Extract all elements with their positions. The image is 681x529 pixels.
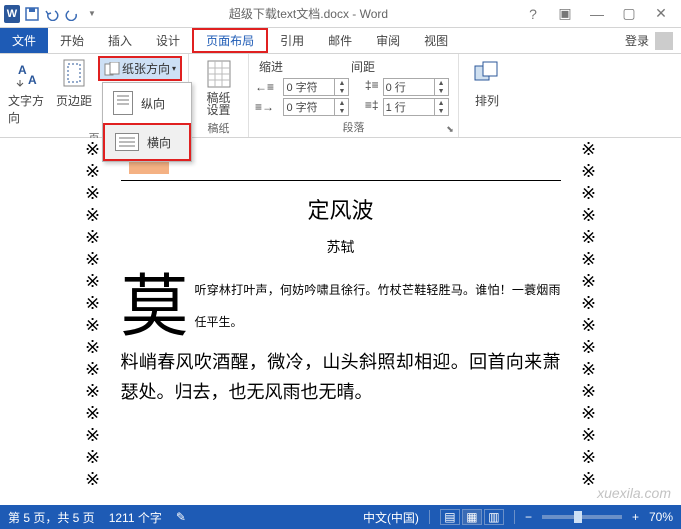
orientation-label: 纸张方向 (122, 60, 170, 77)
quick-access-toolbar: W ▼ (0, 6, 104, 22)
word-icon: W (4, 6, 20, 22)
orientation-icon (104, 62, 120, 76)
margins-button[interactable]: 页边距 (52, 56, 96, 128)
status-lang[interactable]: 中文(中国) (363, 509, 419, 526)
view-web-layout[interactable]: ▥ (484, 509, 504, 525)
page: ※※※※※※※※※※※※※※※※ ※※※※※※※※※※※※※※※※ 定风波 苏轼… (61, 138, 621, 427)
tab-page-layout[interactable]: 页面布局 (192, 28, 268, 53)
view-print-layout[interactable]: ▦ (462, 509, 482, 525)
window-title: 超级下载text文档.docx - Word (104, 5, 513, 22)
manuscript-group-label: 稿纸 (195, 118, 242, 136)
undo-button[interactable] (44, 6, 60, 22)
document-title: 定风波 (121, 193, 561, 225)
manuscript-label: 稿纸 设置 (207, 92, 231, 116)
paragraph-2: 料峭春风吹酒醒，微冷，山头斜照却相迎。回首向来萧瑟处。归去，也无风雨也无晴。 (121, 347, 561, 407)
view-buttons: ▤ ▦ ▥ (440, 509, 504, 525)
watermark: xuexila.com (597, 485, 671, 501)
document-content: 定风波 苏轼 莫 听穿林打叶声，何妨吟啸且徐行。竹杖芒鞋轻胜马。谁怕！一蓑烟雨任… (101, 148, 581, 407)
restore-button[interactable]: ▢ (617, 4, 641, 24)
space-before-spin[interactable]: ▲▼ (435, 78, 449, 96)
svg-text:A: A (28, 73, 37, 87)
paragraph-1: 莫 听穿林打叶声，何妨吟啸且徐行。竹杖芒鞋轻胜马。谁怕！一蓑烟雨任平生。 (121, 273, 561, 337)
indent-right-input[interactable]: 0 字符 (283, 98, 335, 116)
orientation-menu: 纵向 横向 (102, 82, 192, 162)
status-page[interactable]: 第 5 页，共 5 页 (8, 509, 95, 526)
login-area[interactable]: 登录 (617, 28, 681, 53)
arrange-button[interactable]: 排列 (465, 56, 509, 111)
help-button[interactable]: ? (521, 4, 545, 24)
space-after-input[interactable]: 1 行 (383, 98, 435, 116)
view-read-mode[interactable]: ▤ (440, 509, 460, 525)
text-direction-button[interactable]: AA 文字方向 (6, 56, 50, 128)
paragraph-launcher[interactable]: ⬊ (444, 123, 456, 135)
separator (429, 510, 430, 524)
space-before-icon: ‡≡ (365, 78, 379, 96)
zoom-slider[interactable] (542, 515, 622, 519)
tab-references[interactable]: 引用 (268, 28, 316, 53)
save-button[interactable] (24, 6, 40, 22)
document-area[interactable]: ※※※※※※※※※※※※※※※※ ※※※※※※※※※※※※※※※※ 定风波 苏轼… (0, 138, 681, 505)
tab-file[interactable]: 文件 (0, 28, 48, 53)
zoom-out-button[interactable]: − (525, 510, 532, 524)
tab-mailings[interactable]: 邮件 (316, 28, 364, 53)
group-arrange: 排列 (459, 54, 513, 137)
minimize-button[interactable]: — (585, 4, 609, 24)
tab-insert[interactable]: 插入 (96, 28, 144, 53)
manuscript-settings-button[interactable]: 稿纸 设置 (197, 56, 241, 118)
qat-dropdown[interactable]: ▼ (84, 6, 100, 22)
portrait-icon (113, 91, 133, 115)
svg-text:A: A (18, 63, 27, 77)
redo-button[interactable] (64, 6, 80, 22)
login-label: 登录 (625, 32, 649, 49)
document-author: 苏轼 (121, 237, 561, 257)
tab-view[interactable]: 视图 (412, 28, 460, 53)
spacing-header: 间距 (351, 58, 375, 75)
margins-label: 页边距 (56, 92, 92, 109)
avatar-icon (655, 32, 673, 50)
indent-right-spin[interactable]: ▲▼ (335, 98, 349, 116)
group-paragraph: 缩进 间距 ←≡ 0 字符▲▼ ‡≡0 行▲▼ ≡→ 0 字符▲▼ ≡‡1 行▲… (249, 54, 459, 137)
ribbon-options-button[interactable]: ▣ (553, 4, 577, 24)
indent-header: 缩进 (259, 58, 283, 75)
border-right: ※※※※※※※※※※※※※※※※ (579, 138, 599, 490)
arrange-label: 排列 (475, 92, 499, 109)
tab-home[interactable]: 开始 (48, 28, 96, 53)
orientation-landscape[interactable]: 横向 (103, 123, 191, 161)
status-proofing-icon[interactable]: ✎ (176, 510, 186, 524)
separator (514, 510, 515, 524)
drop-cap: 莫 (121, 273, 195, 337)
paragraph-group-label: 段落 (255, 117, 452, 135)
space-before-input[interactable]: 0 行 (383, 78, 435, 96)
indent-left-icon: ←≡ (255, 80, 277, 94)
horizontal-rule (121, 180, 561, 181)
space-after-icon: ≡‡ (365, 98, 379, 116)
status-words[interactable]: 1211 个字 (109, 509, 162, 526)
indent-left-input[interactable]: 0 字符 (283, 78, 335, 96)
zoom-level[interactable]: 70% (649, 510, 673, 524)
p1-text: 听穿林打叶声，何妨吟啸且徐行。竹杖芒鞋轻胜马。谁怕！一蓑烟雨任平生。 (195, 283, 561, 329)
indent-left-spin[interactable]: ▲▼ (335, 78, 349, 96)
orientation-portrait[interactable]: 纵向 (103, 83, 191, 123)
orientation-button[interactable]: 纸张方向 ▾ (98, 56, 182, 81)
status-bar: 第 5 页，共 5 页 1211 个字 ✎ 中文(中国) ▤ ▦ ▥ − + 7… (0, 505, 681, 529)
landscape-icon (115, 133, 139, 151)
tab-review[interactable]: 审阅 (364, 28, 412, 53)
ribbon: AA 文字方向 页边距 纸张方向 ▾ 页 ⬊ 纵向 横向 (0, 54, 681, 138)
portrait-label: 纵向 (141, 95, 165, 112)
text-direction-label: 文字方向 (8, 92, 48, 126)
tab-design[interactable]: 设计 (144, 28, 192, 53)
window-controls: ? ▣ — ▢ ✕ (513, 4, 681, 24)
group-manuscript: 稿纸 设置 稿纸 (189, 54, 249, 137)
border-left: ※※※※※※※※※※※※※※※※ (83, 138, 103, 490)
title-bar: W ▼ 超级下载text文档.docx - Word ? ▣ — ▢ ✕ (0, 0, 681, 28)
landscape-label: 横向 (147, 134, 171, 151)
indent-right-icon: ≡→ (255, 100, 277, 114)
close-button[interactable]: ✕ (649, 4, 673, 24)
ribbon-tabs: 文件 开始 插入 设计 页面布局 引用 邮件 审阅 视图 登录 (0, 28, 681, 54)
space-after-spin[interactable]: ▲▼ (435, 98, 449, 116)
zoom-in-button[interactable]: + (632, 510, 639, 524)
